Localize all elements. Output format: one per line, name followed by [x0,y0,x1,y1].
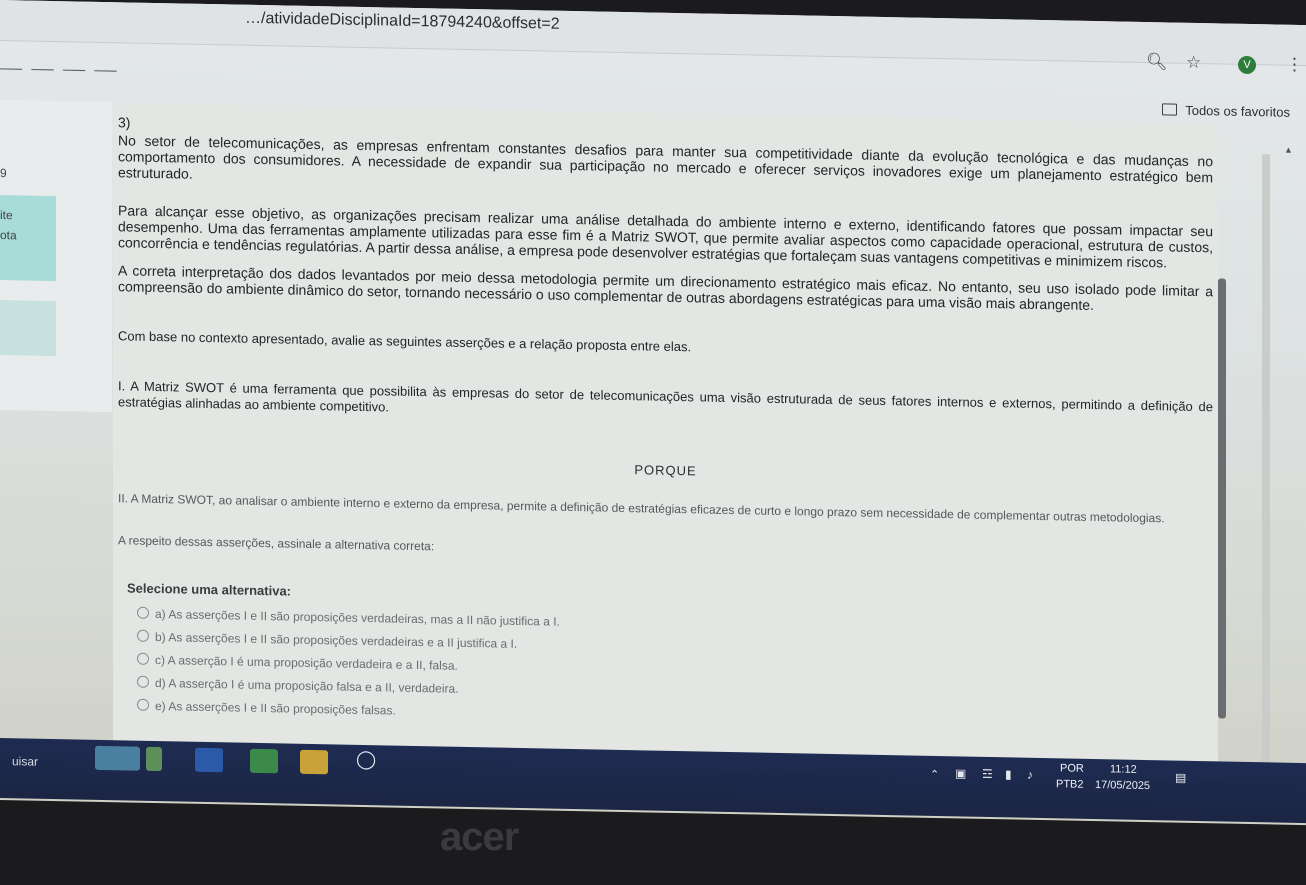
keyboard-layout[interactable]: PTB2 [1056,778,1084,791]
clock-date[interactable]: 17/05/2025 [1095,779,1150,792]
question-panel: 3) No setor de telecomunicações, as empr… [113,102,1218,784]
assertion-2: II. A Matriz SWOT, ao analisar o ambient… [118,491,1165,526]
radio-icon[interactable] [137,629,149,642]
screen: …/atividadeDisciplinaId=18794240&offset=… [0,0,1306,826]
sidebar-item-1[interactable]: 9 [0,166,7,180]
option-e[interactable]: e) As asserções I e II são proposições f… [137,698,396,718]
chrome-icon[interactable] [250,748,278,774]
profile-avatar[interactable]: V [1238,55,1256,75]
instruction-text: A respeito dessas asserções, assinale a … [118,533,435,554]
option-d-label[interactable]: d) A asserção I é uma proposição falsa e… [155,676,459,696]
browser-toolbar: 🔍︎ ☆ V ⋮ [1106,51,1306,89]
bookmark-folder-label: Todos os favoritos [1185,102,1290,120]
context-paragraph-2: Para alcançar esse objetivo, as organiza… [118,202,1213,271]
url-text[interactable]: …/atividadeDisciplinaId=18794240&offset=… [245,10,560,34]
sidebar-item-2[interactable]: ite [0,208,13,222]
laptop-brand-logo: acer [440,815,519,859]
scroll-up-icon[interactable]: ▲ [1284,145,1293,155]
options-title: Selecione uma alternativa: [127,580,292,599]
option-a[interactable]: a) As asserções I e II são proposições v… [137,606,560,629]
radio-icon[interactable] [137,675,149,688]
left-sidebar: 9 ite ota [0,100,112,413]
option-b-label[interactable]: b) As asserções I e II são proposições v… [155,630,517,651]
taskbar-widget-icon[interactable] [95,745,140,771]
option-c-label[interactable]: c) A asserção I é uma proposição verdade… [155,653,458,673]
taskbar-search-partial[interactable]: uisar [12,754,38,768]
taskbar-app-icon[interactable] [146,746,162,772]
connector-porque: PORQUE [634,462,697,479]
option-a-label[interactable]: a) As asserções I e II são proposições v… [155,607,560,629]
language-code[interactable]: POR [1060,762,1084,774]
volume-icon[interactable]: ♪ [1027,768,1033,782]
radio-icon[interactable] [137,698,149,711]
page-scrollbar-track[interactable] [1262,154,1270,775]
folder-icon [1162,103,1178,116]
option-e-label[interactable]: e) As asserções I e II são proposições f… [155,699,396,718]
teams-icon[interactable] [195,747,223,773]
radio-icon[interactable] [137,606,149,619]
zoom-search-icon[interactable]: 🔍︎ [1146,52,1168,72]
option-b[interactable]: b) As asserções I e II são proposições v… [137,629,517,651]
battery-icon[interactable]: ▮ [1005,767,1012,781]
option-d[interactable]: d) A asserção I é uma proposição falsa e… [137,675,459,696]
assertion-1: I. A Matriz SWOT é uma ferramenta que po… [118,378,1213,415]
question-prompt: Com base no contexto apresentado, avalie… [118,328,692,355]
context-paragraph-3: A correta interpretação dos dados levant… [118,262,1213,314]
content-scrollbar-thumb[interactable] [1218,278,1226,719]
question-number: 3) [118,114,131,131]
bookmark-star-icon[interactable]: ☆ [1186,53,1201,73]
app-circle-icon[interactable]: ◯ [356,749,376,770]
sidebar-item-3[interactable]: ota [0,228,17,242]
notification-icon[interactable]: ▤ [1175,771,1186,785]
context-paragraph-1: No setor de telecomunicações, as empresa… [118,132,1213,186]
clock-time[interactable]: 11:12 [1110,763,1137,776]
file-explorer-icon[interactable] [300,749,328,775]
menu-kebab-icon[interactable]: ⋮ [1286,55,1303,75]
tray-app-icon[interactable]: ▣ [955,766,966,780]
radio-icon[interactable] [137,652,149,665]
wifi-icon[interactable]: ☲ [982,767,993,781]
bookmark-folder-all[interactable]: Todos os favoritos [1162,102,1290,120]
sidebar-card[interactable] [0,300,56,357]
tray-chevron-icon[interactable]: ⌃ [930,768,939,781]
option-c[interactable]: c) A asserção I é uma proposição verdade… [137,652,458,673]
